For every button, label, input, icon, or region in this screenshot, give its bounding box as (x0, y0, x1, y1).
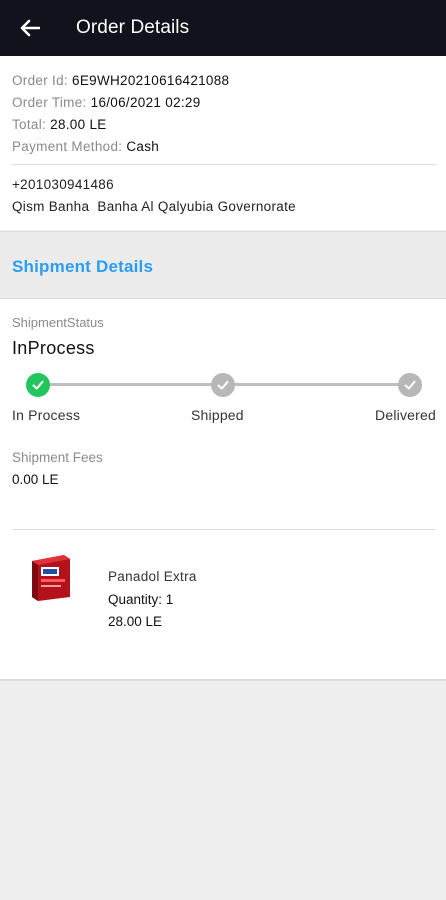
shipment-fees-caption: Shipment Fees (12, 450, 103, 465)
shipment-details-header: Shipment Details (0, 231, 446, 299)
product-price: 28.00 LE (108, 614, 163, 629)
step-in-process-dot (26, 373, 50, 397)
order-id-label: Order Id: (12, 73, 68, 88)
shipment-status-value: InProcess (12, 338, 95, 358)
check-icon (32, 380, 44, 390)
check-icon (404, 380, 416, 390)
order-time-row: Order Time: 16/06/2021 02:29 (12, 95, 201, 110)
order-time-label: Order Time: (12, 95, 87, 110)
step-delivered-label: Delivered (375, 407, 436, 423)
order-id-value: 6E9WH20210616421088 (72, 73, 230, 88)
arrow-left-icon (20, 19, 40, 37)
order-divider (12, 164, 436, 165)
product-image[interactable] (28, 553, 72, 603)
payment-method-label: Payment Method: (12, 139, 123, 154)
product-quantity: Quantity: 1 (108, 592, 174, 607)
shipment-details-title: Shipment Details (12, 257, 154, 276)
page-title: Order Details (76, 17, 190, 38)
payment-method-row: Payment Method: Cash (12, 139, 159, 154)
step-shipped-label: Shipped (191, 407, 244, 423)
order-total-row: Total: 28.00 LE (12, 117, 107, 132)
step-shipped-dot (211, 373, 235, 397)
app-bar: Order Details (0, 0, 446, 56)
shipment-status-caption: ShipmentStatus (12, 315, 104, 330)
back-button[interactable] (13, 11, 47, 45)
order-total-value: 28.00 LE (50, 117, 107, 132)
shipment-fees-value: 0.00 LE (12, 472, 59, 487)
shipment-card: ShipmentStatus InProcess In Process Ship… (0, 299, 446, 681)
phone-number: +201030941486 (12, 177, 114, 192)
product-name: Panadol Extra (108, 569, 197, 584)
check-icon (217, 380, 229, 390)
order-total-label: Total: (12, 117, 47, 132)
medicine-box-icon (32, 555, 70, 601)
order-id-row: Order Id: 6E9WH20210616421088 (12, 73, 229, 88)
order-time-value: 16/06/2021 02:29 (90, 95, 201, 110)
step-in-process-label: In Process (12, 407, 81, 423)
payment-method-value: Cash (126, 139, 160, 154)
step-delivered-dot (398, 373, 422, 397)
order-info-card: Order Id: 6E9WH20210616421088 Order Time… (0, 56, 446, 230)
product-divider (12, 529, 436, 530)
delivery-address: Qism Banha Banha Al Qalyubia Governorate (12, 199, 296, 214)
